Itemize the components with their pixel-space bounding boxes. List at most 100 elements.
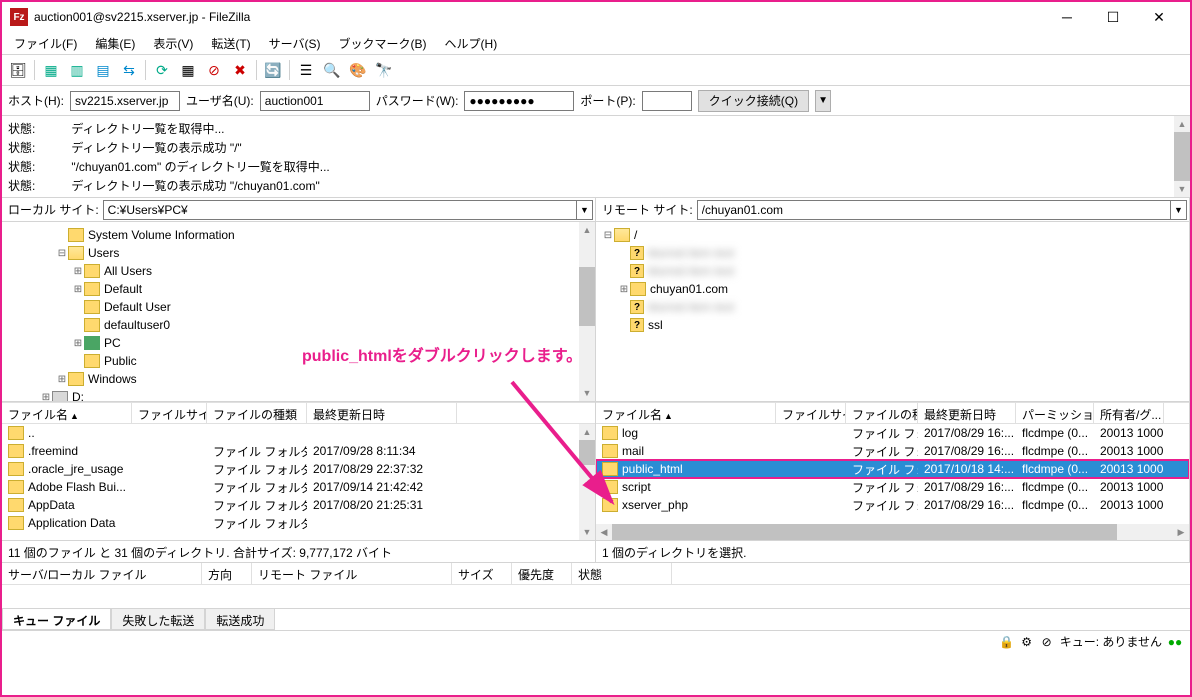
tree-item[interactable]: ?ssl	[602, 316, 1183, 334]
toggle-log-icon[interactable]: ▦	[39, 58, 63, 82]
menu-item[interactable]: 編集(E)	[87, 33, 143, 54]
list-item[interactable]: Application Dataファイル フォルダー	[2, 514, 595, 532]
tree-item[interactable]: System Volume Information	[8, 226, 589, 244]
log-scrollbar[interactable]: ▲ ▼	[1174, 116, 1190, 197]
tree-toggle[interactable]: ⊞	[72, 338, 84, 349]
list-item[interactable]: AppDataファイル フォルダー2017/08/20 21:25:31	[2, 496, 595, 514]
queue-column[interactable]: サーバ/ローカル ファイル	[2, 563, 202, 584]
list-item[interactable]: xserver_phpファイル フォ...2017/08/29 16:...fl…	[596, 496, 1189, 514]
tree-toggle[interactable]: ⊟	[56, 248, 68, 259]
remote-tree[interactable]: ⊟/?blurred item text?blurred item text⊞c…	[596, 222, 1189, 402]
quickconnect-dropdown[interactable]: ▼	[815, 90, 831, 112]
binoculars-icon[interactable]: 🔭	[372, 58, 396, 82]
quickconnect-button[interactable]: クイック接続(Q)	[698, 90, 809, 112]
scroll-up-icon[interactable]: ▲	[1174, 116, 1190, 132]
menu-item[interactable]: ブックマーク(B)	[331, 33, 435, 54]
list-item[interactable]: .freemindファイル フォルダー2017/09/28 8:11:34	[2, 442, 595, 460]
list-item[interactable]: .oracle_jre_usageファイル フォルダー2017/08/29 22…	[2, 460, 595, 478]
list-item[interactable]: ..	[2, 424, 595, 442]
tree-toggle[interactable]: ⊞	[56, 374, 68, 385]
menu-item[interactable]: 転送(T)	[203, 33, 258, 54]
port-input[interactable]	[642, 91, 692, 111]
local-tree-scrollbar[interactable]: ▲▼	[579, 222, 595, 401]
menu-item[interactable]: サーバ(S)	[261, 33, 329, 54]
remote-path-dropdown[interactable]: ▼	[1171, 200, 1187, 220]
tree-item[interactable]: ?blurred item text	[602, 262, 1183, 280]
search-icon[interactable]: 🔍	[320, 58, 344, 82]
tree-item[interactable]: Default User	[8, 298, 589, 316]
queue-column[interactable]: リモート ファイル	[252, 563, 452, 584]
column-header[interactable]: 所有者/グ...	[1094, 403, 1164, 423]
cancel-icon[interactable]: ⊘	[202, 58, 226, 82]
column-header[interactable]: 最終更新日時	[918, 403, 1016, 423]
sitemanager-icon[interactable]: 🗄	[6, 58, 30, 82]
tree-item[interactable]: ⊞D:	[8, 388, 589, 402]
transfer-tab[interactable]: キュー ファイル	[2, 609, 111, 630]
toggle-sync-icon[interactable]: ⇆	[117, 58, 141, 82]
tree-item[interactable]: Public	[8, 352, 589, 370]
refresh-icon[interactable]: ⟳	[150, 58, 174, 82]
tree-item[interactable]: ⊞chuyan01.com	[602, 280, 1183, 298]
list-item[interactable]: mailファイル フォ...2017/08/29 16:...flcdmpe (…	[596, 442, 1189, 460]
local-path-dropdown[interactable]: ▼	[577, 200, 593, 220]
list-item[interactable]: logファイル フォ...2017/08/29 16:...flcdmpe (0…	[596, 424, 1189, 442]
minimize-button[interactable]: ─	[1044, 3, 1090, 31]
local-list-scrollbar[interactable]: ▲▼	[579, 424, 595, 540]
menu-item[interactable]: ファイル(F)	[6, 33, 85, 54]
tree-toggle[interactable]: ⊟	[602, 230, 614, 241]
transfer-tab[interactable]: 転送成功	[205, 609, 275, 630]
list-item[interactable]: public_htmlファイル フォ...2017/10/18 14:...fl…	[596, 460, 1189, 478]
tree-toggle[interactable]: ⊞	[40, 392, 52, 403]
scroll-down-icon[interactable]: ▼	[1174, 181, 1190, 197]
reconnect-icon[interactable]: 🔄	[261, 58, 285, 82]
column-header[interactable]: ファイルの種類	[207, 403, 307, 423]
queue-column[interactable]: 状態	[572, 563, 672, 584]
list-item[interactable]: scriptファイル フォ...2017/08/29 16:...flcdmpe…	[596, 478, 1189, 496]
tree-item[interactable]: ?blurred item text	[602, 298, 1183, 316]
tree-item[interactable]: ⊟Users	[8, 244, 589, 262]
user-input[interactable]	[260, 91, 370, 111]
tree-item[interactable]: ⊞Default	[8, 280, 589, 298]
filter-icon[interactable]: ☰	[294, 58, 318, 82]
column-header[interactable]: ファイル名▲	[2, 403, 132, 423]
tree-toggle[interactable]: ⊞	[72, 284, 84, 295]
menu-item[interactable]: ヘルプ(H)	[437, 33, 506, 54]
column-header[interactable]: ファイル名▲	[596, 403, 776, 423]
compare-icon[interactable]: 🎨	[346, 58, 370, 82]
pass-input[interactable]	[464, 91, 574, 111]
column-header[interactable]: ファイルサイズ	[776, 403, 846, 423]
close-button[interactable]: ✕	[1136, 3, 1182, 31]
maximize-button[interactable]: ☐	[1090, 3, 1136, 31]
toggle-tree-icon[interactable]: ▥	[65, 58, 89, 82]
disconnect-icon[interactable]: ✖	[228, 58, 252, 82]
gear-icon[interactable]: ⚙	[1020, 635, 1034, 649]
menu-item[interactable]: 表示(V)	[145, 33, 201, 54]
column-header[interactable]: ファイルサイズ	[132, 403, 207, 423]
toggle-queue-icon[interactable]: ▤	[91, 58, 115, 82]
tree-item[interactable]: ⊞PC	[8, 334, 589, 352]
process-queue-icon[interactable]: ▦	[176, 58, 200, 82]
local-tree[interactable]: System Volume Information⊟Users⊞All User…	[2, 222, 595, 402]
host-input[interactable]	[70, 91, 180, 111]
column-header[interactable]: ファイルの種類	[846, 403, 918, 423]
tree-item[interactable]: ?blurred item text	[602, 244, 1183, 262]
tree-item[interactable]: defaultuser0	[8, 316, 589, 334]
queue-column[interactable]: サイズ	[452, 563, 512, 584]
local-path-input[interactable]	[103, 200, 577, 220]
tree-item[interactable]: ⊞All Users	[8, 262, 589, 280]
tree-item[interactable]: ⊟/	[602, 226, 1183, 244]
local-file-list[interactable]: ...freemindファイル フォルダー2017/09/28 8:11:34.…	[2, 424, 595, 540]
tree-toggle[interactable]: ⊞	[618, 284, 630, 295]
transfer-tab[interactable]: 失敗した転送	[111, 609, 205, 630]
remote-list-hscroll[interactable]: ◀▶	[596, 524, 1189, 540]
tree-toggle[interactable]: ⊞	[72, 266, 84, 277]
list-item[interactable]: Adobe Flash Bui...ファイル フォルダー2017/09/14 2…	[2, 478, 595, 496]
remote-file-list[interactable]: logファイル フォ...2017/08/29 16:...flcdmpe (0…	[596, 424, 1189, 540]
remote-path-input[interactable]	[697, 200, 1171, 220]
lock-icon[interactable]: 🔒	[1000, 635, 1014, 649]
column-header[interactable]: 最終更新日時	[307, 403, 457, 423]
queue-column[interactable]: 優先度	[512, 563, 572, 584]
tree-item[interactable]: ⊞Windows	[8, 370, 589, 388]
queue-column[interactable]: 方向	[202, 563, 252, 584]
column-header[interactable]: パーミッション	[1016, 403, 1094, 423]
